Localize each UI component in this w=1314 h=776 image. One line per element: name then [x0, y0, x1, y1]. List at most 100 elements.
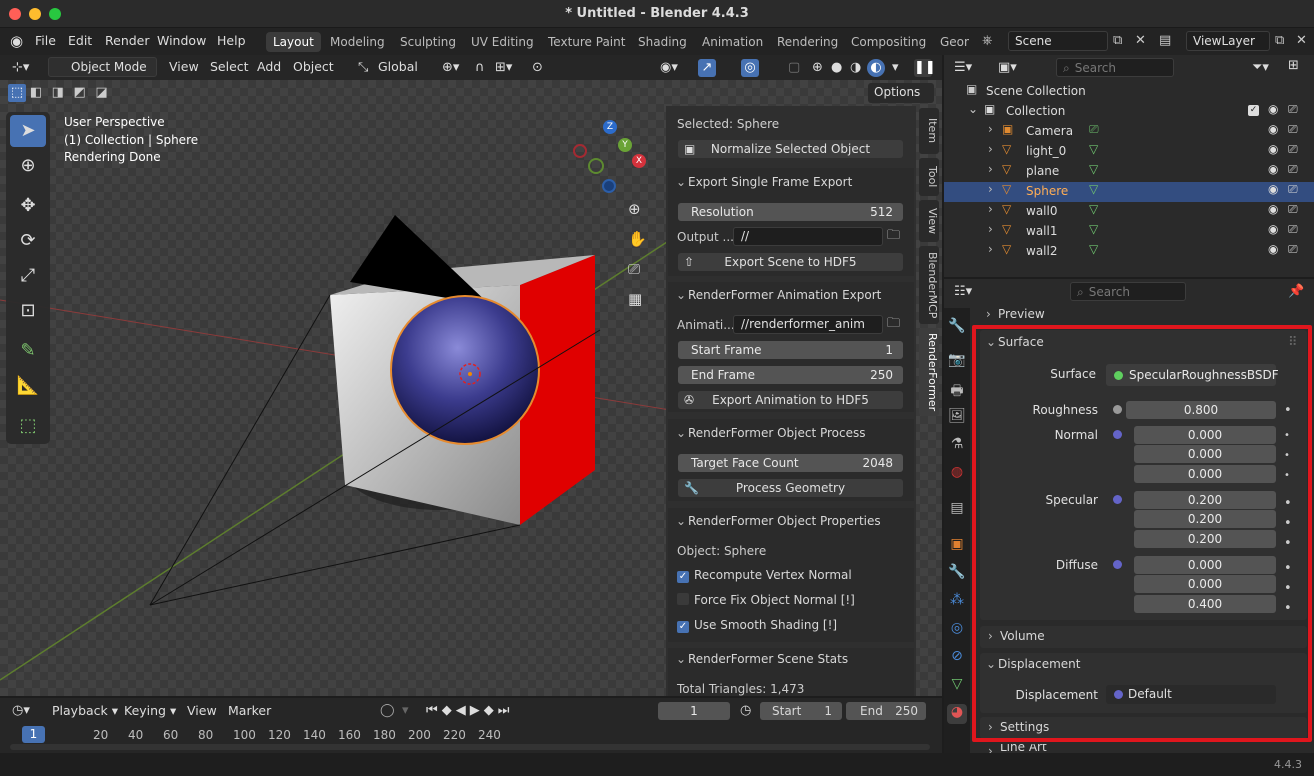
normalize-selected-object-button[interactable]: ▣ Normalize Selected Object [678, 140, 903, 158]
object-properties-header[interactable]: ⌄ RenderFormer Object Properties [676, 514, 881, 528]
menu-help[interactable]: Help [217, 33, 246, 48]
add-cube-tool-icon[interactable]: ⬚ [10, 410, 46, 442]
export-animation-hdf5-button[interactable]: ✇ Export Animation to HDF5 [678, 391, 903, 409]
smooth-shading-checkbox[interactable]: ✓ Use Smooth Shading [!] [677, 618, 837, 633]
chevron-right-icon[interactable]: › [988, 182, 993, 196]
editor-type-icon[interactable]: ⊹▾ [12, 61, 29, 75]
delete-view-layer-icon[interactable]: ✕ [1296, 34, 1307, 48]
prev-keyframe-icon[interactable]: ◆ [442, 703, 456, 718]
menu-window[interactable]: Window [157, 33, 206, 48]
camera-render-icon[interactable]: ⎚ [1288, 222, 1298, 237]
gizmo-z-axis-icon[interactable]: Z [603, 120, 617, 134]
eye-icon[interactable]: ◉ [1268, 222, 1278, 236]
outliner-item-camera[interactable]: › ▣ Camera ⎚ ◉ ⎚ [944, 122, 1314, 142]
target-face-count-field[interactable]: Target Face Count 2048 [678, 454, 903, 472]
tab-blendermcp[interactable]: BlenderMCP [919, 246, 939, 324]
object-data-icon[interactable]: ▽ [1089, 162, 1098, 176]
new-scene-icon[interactable]: ⧉ [1113, 34, 1122, 48]
pan-view-icon[interactable]: ✋ [628, 232, 647, 247]
modifier-properties-icon[interactable]: 🔧 [947, 564, 967, 584]
menu-edit[interactable]: Edit [68, 33, 92, 48]
tab-view[interactable]: View [919, 200, 939, 242]
view-layer-properties-icon[interactable]: 🖼 [947, 408, 967, 428]
material-shading-icon[interactable]: ◑ [850, 61, 861, 75]
outliner-collection[interactable]: ⌄ ▣ Collection ✓ ◉ ⎚ [944, 102, 1314, 122]
annotate-tool-icon[interactable]: ✎ [10, 335, 46, 367]
tab-modeling[interactable]: Modeling [323, 32, 392, 52]
timeline-scrollbar[interactable] [10, 744, 930, 750]
camera-render-icon[interactable]: ⎚ [1288, 182, 1298, 197]
current-frame-field[interactable]: 1 [658, 702, 730, 720]
object-data-icon[interactable]: ⎚ [1089, 122, 1099, 137]
wireframe-shading-icon[interactable]: ⊕ [812, 61, 823, 75]
chevron-right-icon[interactable]: › [988, 162, 993, 176]
object-data-icon[interactable]: ▽ [1089, 242, 1098, 256]
eye-icon[interactable]: ◉ [1268, 182, 1278, 196]
export-single-header[interactable]: ⌄ Export Single Frame Export [676, 175, 852, 189]
scale-tool-icon[interactable]: ⤢ [10, 260, 46, 292]
chevron-right-icon[interactable]: › [988, 242, 993, 256]
camera-render-icon[interactable]: ⎚ [1288, 142, 1298, 157]
menu-render[interactable]: Render [105, 33, 150, 48]
xray-icon[interactable]: ▢ [788, 61, 800, 75]
jump-end-icon[interactable]: ⏭ [498, 703, 514, 718]
tab-renderformer[interactable]: RenderFormer [919, 328, 939, 416]
eye-icon[interactable]: ◉ [1268, 122, 1278, 136]
view-layer-selector[interactable]: ViewLayer [1186, 31, 1270, 51]
scene-stats-header[interactable]: ⌄ RenderFormer Scene Stats [676, 652, 848, 666]
chevron-right-icon[interactable]: › [988, 202, 993, 216]
gizmo-neg-x-icon[interactable] [573, 144, 587, 158]
end-frame-timeline-field[interactable]: End 250 [846, 702, 926, 720]
chevron-right-icon[interactable]: › [988, 142, 993, 156]
gizmo-neg-z-icon[interactable] [602, 179, 616, 193]
timeline-menu-playback[interactable]: Playback ▾ [52, 703, 118, 727]
camera-view-icon[interactable]: ⎚ [628, 262, 640, 277]
timeline-menu-view[interactable]: View [187, 703, 217, 727]
new-collection-icon[interactable]: ⊞ [1288, 59, 1299, 73]
select-tool-icon[interactable]: ➤ [10, 115, 46, 147]
eye-icon[interactable]: ◉ [1268, 162, 1278, 176]
resolution-field[interactable]: Resolution 512 [678, 203, 903, 221]
timeline-menu-marker[interactable]: Marker [228, 703, 271, 727]
pause-render-icon[interactable]: ❚❚ [914, 59, 936, 77]
pivot-point-icon[interactable]: ⊕▾ [442, 61, 459, 75]
camera-render-icon[interactable]: ⎚ [1288, 162, 1298, 177]
timeline-editor-icon[interactable]: ◷▾ [12, 704, 30, 718]
physics-properties-icon[interactable]: ◎ [947, 620, 967, 640]
outliner-search-input[interactable]: ⌕ Search [1056, 58, 1174, 77]
force-fix-normal-checkbox[interactable]: Force Fix Object Normal [!] [677, 593, 855, 607]
collection-properties-icon[interactable]: ▤ [947, 500, 967, 520]
options-dropdown[interactable]: Options [868, 83, 934, 103]
pin-icon[interactable]: 📌 [1288, 285, 1304, 299]
data-properties-icon[interactable]: ▽ [947, 676, 967, 696]
preview-panel-header[interactable]: › Preview [982, 307, 1308, 327]
select-intersect-icon[interactable]: ◪ [95, 86, 113, 100]
perspective-toggle-icon[interactable]: ▦ [628, 292, 642, 307]
cursor-tool-icon[interactable]: ⊕ [10, 150, 46, 182]
object-properties-icon[interactable]: ▣ [947, 536, 967, 556]
zoom-view-icon[interactable]: ⊕ [628, 202, 641, 217]
play-reverse-icon[interactable]: ◀ [456, 703, 470, 718]
object-data-icon[interactable]: ▽ [1089, 142, 1098, 156]
object-data-icon[interactable]: ▽ [1089, 202, 1098, 216]
world-properties-icon[interactable]: ◍ [947, 464, 967, 484]
start-frame-timeline-field[interactable]: Start 1 [760, 702, 842, 720]
gizmo-toggle-icon[interactable]: ↗ [698, 59, 716, 77]
preview-range-icon[interactable]: ◷ [740, 704, 751, 718]
outliner-editor-icon[interactable]: ☰▾ [954, 61, 972, 75]
outliner-item-wall2[interactable]: › ▽ wall2 ▽ ◉ ⎚ [944, 242, 1314, 262]
menu-file[interactable]: File [35, 33, 56, 48]
scene-selector[interactable]: Scene [1008, 31, 1108, 51]
transform-tool-icon[interactable]: ⊡ [10, 295, 46, 327]
tab-rendering[interactable]: Rendering [770, 32, 845, 52]
anim-export-header[interactable]: ⌄ RenderFormer Animation Export [676, 288, 881, 302]
animation-path-field[interactable]: //renderformer_anim [733, 315, 883, 334]
chevron-right-icon[interactable]: › [988, 122, 993, 136]
next-keyframe-icon[interactable]: ◆ [484, 703, 498, 718]
object-process-header[interactable]: ⌄ RenderFormer Object Process [676, 426, 866, 440]
outliner-item-light_0[interactable]: › ▽ light_0 ▽ ◉ ⎚ [944, 142, 1314, 162]
filter-icon[interactable]: ⏷▾ [1252, 61, 1269, 75]
exclude-checkbox-icon[interactable]: ✓ [1248, 105, 1259, 116]
properties-editor-icon[interactable]: ☷▾ [954, 285, 972, 299]
material-properties-icon[interactable]: ◕ [947, 704, 967, 724]
